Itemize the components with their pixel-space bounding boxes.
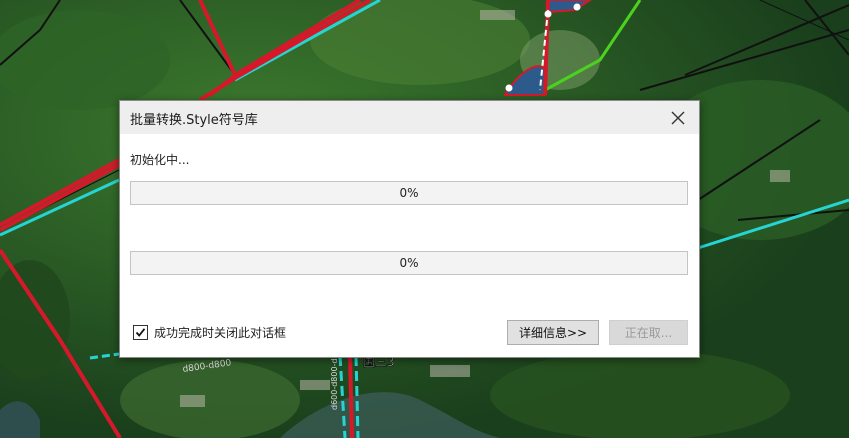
progress-bar-2: 0%	[130, 251, 688, 275]
close-button[interactable]	[667, 107, 689, 129]
close-on-complete-option[interactable]: 成功完成时关闭此对话框	[133, 323, 286, 341]
dialog-title: 批量转换.Style符号库	[130, 113, 258, 128]
status-text: 初始化中...	[130, 153, 190, 167]
progress-label-1: 0%	[399, 186, 419, 200]
close-icon	[671, 111, 685, 125]
progress-bar-1: 0%	[130, 181, 688, 205]
batch-convert-dialog: 批量转换.Style符号库 初始化中... 0% 0% 成功完成时关闭此对话框 …	[119, 100, 700, 358]
progress-label-2: 0%	[399, 256, 419, 270]
dialog-titlebar[interactable]: 批量转换.Style符号库	[120, 101, 699, 134]
cancel-button: 正在取...	[609, 320, 688, 345]
checkmark-icon	[135, 327, 146, 337]
close-on-complete-checkbox[interactable]	[133, 324, 148, 340]
close-on-complete-label: 成功完成时关闭此对话框	[154, 325, 287, 340]
details-button[interactable]: 详细信息>>	[507, 320, 599, 345]
